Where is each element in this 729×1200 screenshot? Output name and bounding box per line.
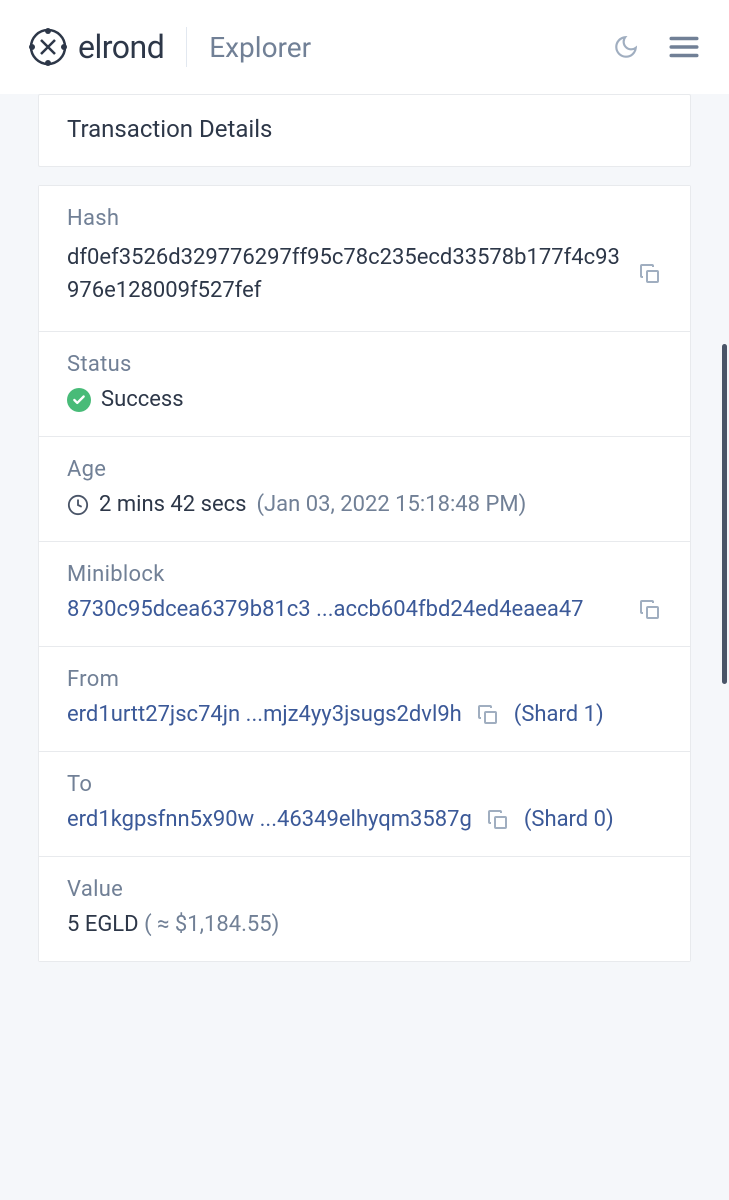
status-value: Success [101,387,184,412]
hash-value: df0ef3526d329776297ff95c78c235ecd33578b1… [67,241,624,307]
value-amount: 5 EGLD [67,912,139,937]
content-area: Transaction Details Hash df0ef3526d32977… [0,94,729,962]
age-relative: 2 mins 42 secs [99,492,247,517]
copy-icon[interactable] [638,262,662,286]
app-header: elrond Explorer [0,0,729,94]
from-row: From erd1urtt27jsc74jn ...mjz4yy3jsugs2d… [39,646,690,751]
miniblock-label: Miniblock [67,562,662,587]
miniblock-row: Miniblock 8730c95dcea6379b81c3 ...accb60… [39,541,690,646]
value-usd: ( ≈ $1,184.55) [144,912,279,937]
age-absolute: (Jan 03, 2022 15:18:48 PM) [257,492,527,517]
from-shard-link[interactable]: (Shard 1) [514,702,604,727]
value-label: Value [67,877,662,902]
hash-row: Hash df0ef3526d329776297ff95c78c235ecd33… [39,186,690,331]
status-label: Status [67,352,662,377]
value-row: Value 5 EGLD ( ≈ $1,184.55) [39,856,690,961]
age-row: Age 2 mins 42 secs (Jan 03, 2022 15:18:4… [39,436,690,541]
hamburger-menu-icon[interactable] [667,30,701,64]
clock-icon [67,494,89,516]
to-row: To erd1kgpsfnn5x90w ...46349elhyqm3587g … [39,751,690,856]
elrond-logo-icon [28,27,68,67]
hash-label: Hash [67,206,662,231]
to-shard-link[interactable]: (Shard 0) [524,807,614,832]
from-address-link[interactable]: erd1urtt27jsc74jn ...mjz4yy3jsugs2dvl9h [67,702,462,727]
from-label: From [67,667,662,692]
transaction-card: Transaction Details [38,94,691,167]
card-title: Transaction Details [39,95,690,166]
to-label: To [67,772,662,797]
logo[interactable]: elrond [28,27,164,67]
to-address-link[interactable]: erd1kgpsfnn5x90w ...46349elhyqm3587g [67,807,472,832]
miniblock-link[interactable]: 8730c95dcea6379b81c3 ...accb604fbd24ed4e… [67,597,624,622]
status-row: Status Success [39,331,690,436]
page-subtitle: Explorer [209,31,311,64]
brand-name: elrond [78,28,164,66]
copy-icon[interactable] [476,703,500,727]
age-label: Age [67,457,662,482]
transaction-details: Hash df0ef3526d329776297ff95c78c235ecd33… [38,185,691,962]
scrollbar[interactable] [722,344,727,684]
copy-icon[interactable] [486,808,510,832]
copy-icon[interactable] [638,598,662,622]
header-divider [186,27,187,67]
success-check-icon [67,388,91,412]
theme-toggle-icon[interactable] [613,34,639,60]
